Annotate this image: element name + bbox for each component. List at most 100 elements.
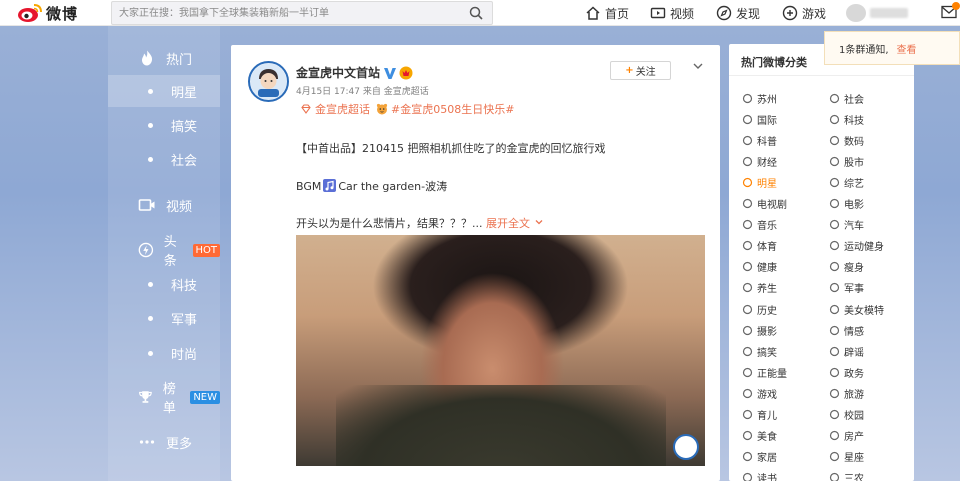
nav-military[interactable]: 军事 — [108, 302, 220, 334]
category-item[interactable]: 瘦身 — [829, 259, 864, 275]
bullet-icon — [148, 281, 153, 287]
post-text-line1: 【中首出品】210415 把照相机抓住吃了的金宣虎的回忆旅行戏 — [296, 142, 606, 155]
nav-discover[interactable]: 发现 — [716, 3, 760, 23]
category-label: 数码 — [844, 136, 864, 148]
category-item[interactable]: 美女模特 — [829, 301, 884, 317]
category-item[interactable]: 军事 — [829, 280, 864, 296]
category-item[interactable]: 科技 — [829, 111, 864, 127]
category-item[interactable]: 搞笑 — [742, 343, 777, 359]
expand-full-text-link[interactable]: 展开全文 — [486, 217, 530, 230]
nav-tech[interactable]: 科技 — [108, 268, 220, 300]
nav-home-label: 首页 — [605, 6, 630, 21]
author-avatar[interactable] — [248, 61, 289, 102]
follow-label: 关注 — [635, 67, 656, 78]
category-item[interactable]: 读书 — [742, 470, 777, 481]
category-item[interactable]: 财经 — [742, 153, 777, 169]
category-item[interactable]: 辟谣 — [829, 343, 864, 359]
category-icon — [742, 430, 753, 441]
category-item[interactable]: 明星 — [742, 174, 777, 190]
category-item[interactable]: 育儿 — [742, 407, 777, 423]
video-icon — [138, 199, 155, 211]
category-label: 综艺 — [844, 178, 864, 190]
nav-ranking[interactable]: 榜单 NEW — [108, 381, 220, 416]
category-item[interactable]: 数码 — [829, 132, 864, 148]
left-nav: 热门 明星 搞笑 社会 视频 头条 HOT 科技 军事 时尚 榜单 NEW 更多 — [108, 26, 220, 481]
tiger-emoji-icon — [376, 103, 388, 115]
nav-headline[interactable]: 头条 HOT — [108, 234, 220, 269]
category-label: 养生 — [757, 284, 777, 296]
category-item[interactable]: 电视剧 — [742, 196, 787, 212]
nav-society[interactable]: 社会 — [108, 143, 220, 175]
weibo-logo[interactable]: 微博 — [17, 3, 78, 23]
nav-video[interactable]: 视频 — [650, 3, 694, 23]
category-item[interactable]: 运动健身 — [829, 238, 884, 254]
nav-home[interactable]: 首页 — [585, 3, 629, 23]
category-item[interactable]: 星座 — [829, 449, 864, 465]
nav-more[interactable]: 更多 — [108, 426, 220, 458]
category-item[interactable]: 三农 — [829, 470, 864, 481]
category-item[interactable]: 旅游 — [829, 385, 864, 401]
bullet-icon — [148, 156, 153, 162]
search-input[interactable] — [112, 2, 452, 24]
nav-fashion[interactable]: 时尚 — [108, 337, 220, 369]
category-item[interactable]: 综艺 — [829, 174, 864, 190]
divider — [729, 75, 914, 76]
category-icon — [742, 304, 753, 314]
notification-view-link[interactable]: 查看 — [897, 41, 917, 56]
follow-button[interactable]: + 关注 — [610, 61, 671, 80]
category-label: 财经 — [757, 157, 777, 169]
category-item[interactable]: 电影 — [829, 196, 864, 212]
category-label: 读书 — [757, 474, 777, 481]
category-item[interactable]: 养生 — [742, 280, 777, 296]
category-icon — [829, 219, 840, 230]
category-item[interactable]: 校园 — [829, 407, 864, 423]
category-item[interactable]: 历史 — [742, 301, 777, 317]
category-item[interactable]: 政务 — [829, 364, 864, 380]
category-item[interactable]: 摄影 — [742, 322, 777, 338]
category-item[interactable]: 健康 — [742, 259, 777, 275]
category-item[interactable]: 情感 — [829, 322, 864, 338]
nav-star[interactable]: 明星 — [108, 75, 220, 107]
nav-more-label: 更多 — [166, 436, 193, 452]
discover-icon — [716, 5, 732, 21]
user-name[interactable] — [870, 8, 908, 18]
topic-birthday[interactable]: #金宣虎0508生日快乐# — [376, 101, 514, 117]
category-item[interactable]: 美食 — [742, 428, 777, 444]
category-label: 家居 — [757, 453, 777, 465]
nav-video-label: 视频 — [670, 6, 695, 21]
category-item[interactable]: 游戏 — [742, 385, 777, 401]
expand-chevron-icon[interactable] — [534, 217, 544, 227]
bgm-song: Car the garden-波涛 — [338, 180, 448, 193]
nav-video-left[interactable]: 视频 — [108, 189, 220, 221]
category-icon — [742, 135, 753, 145]
music-note-icon — [323, 179, 337, 192]
user-avatar[interactable] — [846, 4, 866, 22]
post-video-thumbnail[interactable] — [296, 235, 705, 466]
nav-hot[interactable]: 热门 — [108, 42, 220, 74]
category-item[interactable]: 苏州 — [742, 90, 777, 106]
category-item[interactable]: 音乐 — [742, 217, 777, 233]
topic-supertopic[interactable]: 金宣虎超话 — [315, 101, 370, 117]
post-source[interactable]: 金宣虎超话 — [384, 87, 429, 97]
author-name[interactable]: 金宣虎中文首站 — [296, 64, 413, 81]
category-label: 搞笑 — [757, 347, 777, 359]
category-icon — [829, 367, 840, 377]
category-item[interactable]: 股市 — [829, 153, 864, 169]
category-item[interactable]: 科普 — [742, 132, 777, 148]
category-item[interactable]: 家居 — [742, 449, 777, 465]
post-time[interactable]: 4月15日 17:47 — [296, 87, 360, 97]
nav-funny[interactable]: 搞笑 — [108, 109, 220, 141]
category-item[interactable]: 国际 — [742, 111, 777, 127]
category-item[interactable]: 正能量 — [742, 364, 787, 380]
category-item[interactable]: 体育 — [742, 238, 777, 254]
category-icon — [742, 409, 753, 420]
category-item[interactable]: 汽车 — [829, 217, 864, 233]
category-icon — [742, 93, 753, 103]
category-icon — [742, 367, 753, 377]
category-item[interactable]: 社会 — [829, 90, 864, 106]
chevron-down-icon[interactable] — [691, 59, 705, 73]
category-item[interactable]: 房产 — [829, 428, 864, 444]
category-icon — [742, 452, 753, 462]
search-icon[interactable] — [469, 6, 483, 20]
nav-game[interactable]: 游戏 — [782, 3, 826, 23]
